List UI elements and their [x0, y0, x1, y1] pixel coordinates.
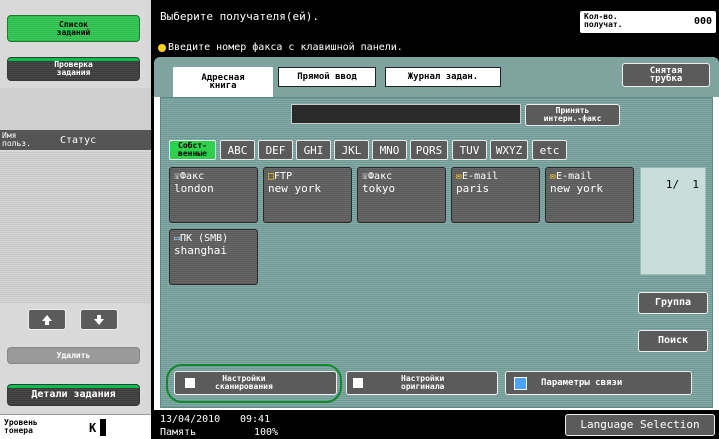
delete-label: Удалить [56, 350, 91, 360]
job-list-area [0, 151, 151, 303]
tab-direct-input[interactable]: Прямой ввод [278, 67, 376, 87]
index-abc-label: ABC [227, 143, 248, 157]
toner-level-bar [100, 419, 106, 436]
destination-type: FTP [274, 171, 293, 182]
internet-fax-button[interactable]: Принять интерн.-факс [525, 104, 620, 126]
destination-name: paris [456, 182, 490, 195]
status-column-header: Статус [60, 134, 97, 146]
recipient-count-label: Кол-во. получат. [584, 12, 623, 29]
hint-text: Введите номер факса с клавишной панели. [168, 42, 403, 53]
main-panel: Выберите получателя(ей). Кол-во. получат… [152, 0, 719, 439]
off-hook-button[interactable]: Снятая трубка [622, 63, 710, 87]
page-indicator: 1/ 1 [665, 178, 699, 191]
recipient-count: Кол-во. получат. 000 [580, 11, 716, 33]
original-settings-icon [353, 378, 363, 388]
destination-type: E-mail [556, 171, 593, 182]
index-mno-label: MNO [379, 143, 400, 157]
destination-new-york-email[interactable]: ✉E-mail new york [545, 167, 634, 223]
off-hook-label: Снятая трубка [649, 66, 683, 84]
delete-button[interactable]: Удалить [7, 347, 140, 364]
destination-name: london [174, 182, 214, 195]
index-jkl[interactable]: JKL [334, 140, 369, 160]
destination-type: E-mail [462, 171, 499, 182]
scroll-down-button[interactable] [80, 309, 118, 330]
index-pqrs[interactable]: PQRS [410, 140, 448, 160]
status-date: 13/04/2010 [160, 414, 221, 425]
destination-type: ПК (SMB) [180, 233, 229, 244]
job-list-button[interactable]: Список заданий [7, 15, 140, 42]
destination-tokyo[interactable]: ☏Факс tokyo [357, 167, 446, 223]
toner-indicator: Уровень тонера K [0, 414, 151, 439]
index-ghi[interactable]: GHI [296, 140, 331, 160]
destination-name: tokyo [362, 182, 396, 195]
tab-job-log-label: Журнал задан. [407, 72, 479, 82]
index-tuv-label: TUV [459, 143, 480, 157]
search-button[interactable]: Поиск [638, 330, 708, 352]
comm-settings-button[interactable]: Параметры связи [505, 371, 692, 395]
toner-label: Уровень тонера [4, 418, 38, 435]
destination-london[interactable]: ☏Факс london [169, 167, 258, 223]
index-ghi-label: GHI [303, 143, 324, 157]
index-pqrs-label: PQRS [415, 143, 443, 157]
tab-address-book-label: Адресная книга [201, 73, 245, 91]
original-settings-label: Настройки оригинала [401, 374, 445, 391]
recipient-count-value: 000 [693, 16, 712, 27]
destination-name: new york [268, 182, 321, 195]
comm-settings-icon [514, 376, 527, 390]
scan-settings-label: Настройки сканирования [215, 374, 273, 391]
memory-label: Память [160, 427, 197, 438]
job-list-header: Имя польз. Статус [0, 130, 151, 150]
destination-name: shanghai [174, 244, 227, 257]
comm-settings-label: Параметры связи [541, 378, 623, 388]
language-selection-label: Language Selection [580, 418, 700, 431]
hint-bulb-icon [158, 44, 166, 52]
search-button-label: Поиск [657, 335, 689, 346]
status-time: 09:41 [240, 414, 271, 425]
original-settings-button[interactable]: Настройки оригинала [346, 371, 498, 395]
index-mno[interactable]: MNO [372, 140, 407, 160]
index-own[interactable]: Собст- венные [169, 140, 216, 160]
index-wxyz-label: WXYZ [495, 143, 523, 157]
destination-name: new york [550, 182, 603, 195]
index-own-label: Собст- венные [178, 141, 207, 158]
destination-new-york-ftp[interactable]: □FTP new york [263, 167, 352, 223]
arrow-down-icon [94, 314, 104, 325]
search-input[interactable] [291, 104, 521, 124]
scan-settings-button[interactable]: Настройки сканирования [174, 371, 337, 395]
index-abc[interactable]: ABC [220, 140, 255, 160]
job-list-label: Список заданий [56, 19, 91, 37]
group-label: Группа [654, 297, 692, 308]
job-details-button[interactable]: Детали задания [7, 384, 140, 406]
destination-shanghai[interactable]: ▭ПК (SMB) shanghai [169, 229, 258, 285]
toner-color-label: K [89, 421, 97, 435]
destination-type: Факс [180, 171, 205, 182]
check-job-button[interactable]: Проверка задания [7, 57, 140, 81]
index-def-label: DEF [265, 143, 286, 157]
scroll-up-button[interactable] [28, 309, 66, 330]
pager-panel: 1/ 1 [640, 167, 706, 275]
language-selection-button[interactable]: Language Selection [565, 414, 715, 436]
check-job-label: Проверка задания [54, 60, 93, 77]
scan-settings-icon [185, 378, 195, 388]
job-details-label: Детали задания [31, 389, 116, 400]
internet-fax-label: Принять интерн.-факс [543, 106, 602, 123]
index-etc-label: etc [539, 143, 560, 157]
destination-type: Факс [368, 171, 393, 182]
destination-paris[interactable]: ✉E-mail paris [451, 167, 540, 223]
index-wxyz[interactable]: WXYZ [490, 140, 528, 160]
index-jkl-label: JKL [341, 143, 362, 157]
tab-direct-input-label: Прямой ввод [297, 72, 357, 82]
index-def[interactable]: DEF [258, 140, 293, 160]
page-title: Выберите получателя(ей). [160, 10, 319, 23]
arrow-up-icon [42, 314, 52, 325]
index-etc[interactable]: etc [532, 140, 567, 160]
group-button[interactable]: Группа [638, 292, 708, 314]
index-tuv[interactable]: TUV [452, 140, 487, 160]
user-column-header: Имя польз. [2, 131, 31, 148]
tab-job-log[interactable]: Журнал задан. [385, 67, 501, 87]
memory-value: 100% [254, 427, 279, 438]
left-panel: Список заданий Проверка задания Имя поль… [0, 0, 151, 439]
tab-address-book[interactable]: Адресная книга [172, 66, 274, 97]
